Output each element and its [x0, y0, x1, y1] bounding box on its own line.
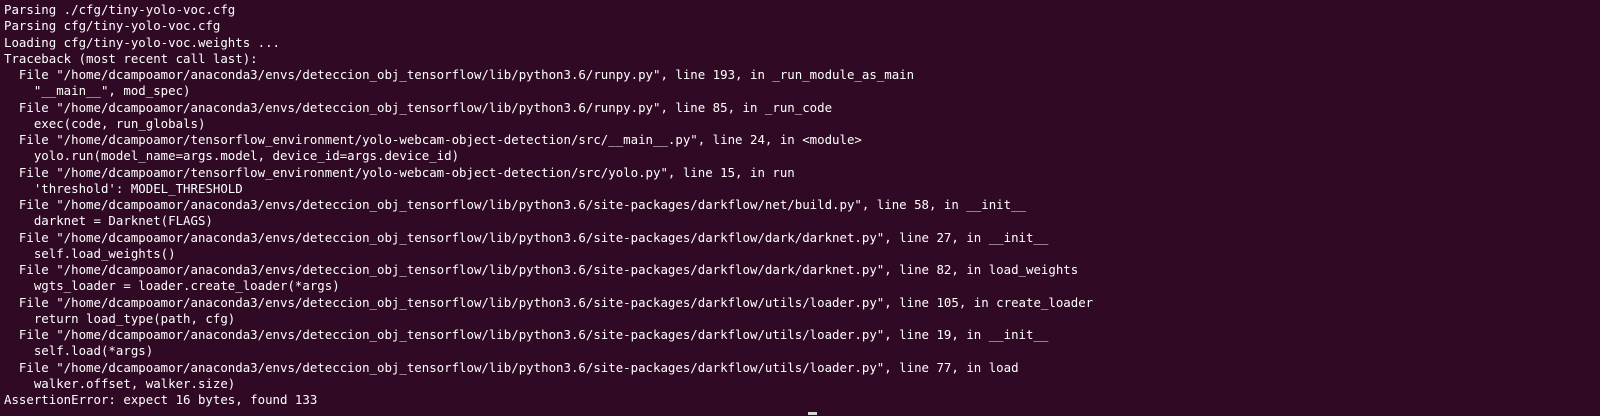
traceback-frame-code: self.load_weights() — [4, 245, 176, 261]
output-line-parsing-cfg-relative: Parsing ./cfg/tiny-yolo-voc.cfg — [4, 2, 236, 17]
traceback-frame-code: darknet = Darknet(FLAGS) — [4, 213, 213, 229]
traceback-frame-code: wgts_loader = loader.create_loader(*args… — [4, 278, 340, 294]
traceback-frame-code: 'threshold': MODEL_THRESHOLD — [4, 180, 243, 196]
traceback-frame-file: File "/home/dcampoamor/anaconda3/envs/de… — [4, 327, 1049, 342]
traceback-frame-code: walker.offset, walker.size) — [4, 375, 236, 391]
traceback-frame-file: File "/home/dcampoamor/anaconda3/envs/de… — [4, 197, 1026, 212]
text-cursor — [808, 412, 817, 415]
traceback-frame-code: "__main__", mod_spec) — [4, 83, 191, 99]
traceback-frame-file: File "/home/dcampoamor/tensorflow_enviro… — [4, 132, 862, 147]
traceback-frame-file: File "/home/dcampoamor/anaconda3/envs/de… — [4, 262, 1079, 277]
assertion-error-line: AssertionError: expect 16 bytes, found 1… — [4, 392, 318, 407]
output-line-parsing-cfg: Parsing cfg/tiny-yolo-voc.cfg — [4, 18, 221, 34]
output-line-loading-weights: Loading cfg/tiny-yolo-voc.weights ... — [4, 34, 281, 50]
traceback-frame-file: File "/home/dcampoamor/anaconda3/envs/de… — [4, 294, 1094, 310]
traceback-frame-code: exec(code, run_globals) — [4, 115, 206, 131]
traceback-frame-file: File "/home/dcampoamor/anaconda3/envs/de… — [4, 359, 1019, 375]
traceback-frame-code: return load_type(path, cfg) — [4, 310, 236, 326]
terminal-window[interactable]: Parsing ./cfg/tiny-yolo-voc.cfg Parsing … — [0, 0, 1600, 416]
traceback-frame-code: self.load(*args) — [4, 343, 154, 359]
traceback-frame-file: File "/home/dcampoamor/anaconda3/envs/de… — [4, 229, 1049, 245]
traceback-header: Traceback (most recent call last): — [4, 50, 258, 66]
traceback-frame-file: File "/home/dcampoamor/anaconda3/envs/de… — [4, 99, 833, 115]
traceback-frame-code: yolo.run(model_name=args.model, device_i… — [4, 148, 460, 164]
traceback-frame-file: File "/home/dcampoamor/tensorflow_enviro… — [4, 164, 795, 180]
traceback-frame-file: File "/home/dcampoamor/anaconda3/envs/de… — [4, 67, 915, 82]
